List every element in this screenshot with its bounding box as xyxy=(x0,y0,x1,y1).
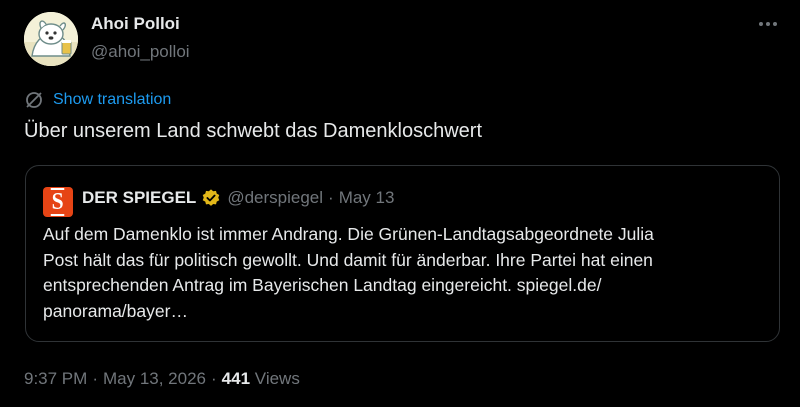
author-handle[interactable]: @ahoi_polloi xyxy=(91,42,190,62)
tweet-time[interactable]: 9:37 PM xyxy=(24,369,87,388)
quoted-tweet[interactable]: S DER SPIEGEL @derspiegel · May 13 Auf d… xyxy=(25,165,780,342)
tweet-text: Über unserem Land schwebt das Damenklosc… xyxy=(24,120,482,142)
views-count[interactable]: 441 xyxy=(222,369,250,388)
more-horizontal-icon xyxy=(759,22,777,26)
quoted-author-handle[interactable]: @derspiegel xyxy=(227,188,323,208)
show-translation-label: Show translation xyxy=(53,91,172,108)
quoted-tweet-date[interactable]: May 13 xyxy=(339,188,395,208)
quoted-text-line: Auf dem Damenklo ist immer Andrang. Die … xyxy=(43,224,654,244)
quoted-author-name[interactable]: DER SPIEGEL xyxy=(82,188,196,208)
quoted-text-line: panorama/bayer… xyxy=(43,300,188,321)
meta-separator: · xyxy=(92,369,98,388)
quoted-separator: · xyxy=(328,188,334,207)
author-display-name[interactable]: Ahoi Polloi xyxy=(91,14,180,34)
show-translation-button[interactable]: Show translation xyxy=(24,90,171,110)
tweet-date[interactable]: May 13, 2026 xyxy=(103,369,206,388)
globe-slash-icon xyxy=(26,92,42,108)
quoted-tweet-header: DER SPIEGEL @derspiegel · May 13 xyxy=(82,188,394,208)
tweet-metadata: 9:37 PM · May 13, 2026 · 441 Views xyxy=(24,369,300,389)
more-options-button[interactable] xyxy=(756,14,780,34)
spiegel-logo-icon: S xyxy=(43,187,73,217)
gold-verified-badge-icon xyxy=(203,189,220,206)
tweet: Ahoi Polloi @ahoi_polloi Show translatio… xyxy=(0,0,800,407)
cartoon-dog-avatar-icon xyxy=(24,12,78,66)
avatar[interactable] xyxy=(24,12,78,66)
quoted-tweet-text: Auf dem Damenklo ist immer Andrang. Die … xyxy=(43,222,773,324)
spiegel-logo-letter: S xyxy=(51,188,65,216)
views-label: Views xyxy=(254,369,300,388)
quoted-text-line: entsprechenden Antrag im Bayerischen Lan… xyxy=(43,275,602,295)
quoted-text-line: Post hält das für politisch gewollt. Und… xyxy=(43,249,653,270)
meta-separator: · xyxy=(211,369,217,388)
